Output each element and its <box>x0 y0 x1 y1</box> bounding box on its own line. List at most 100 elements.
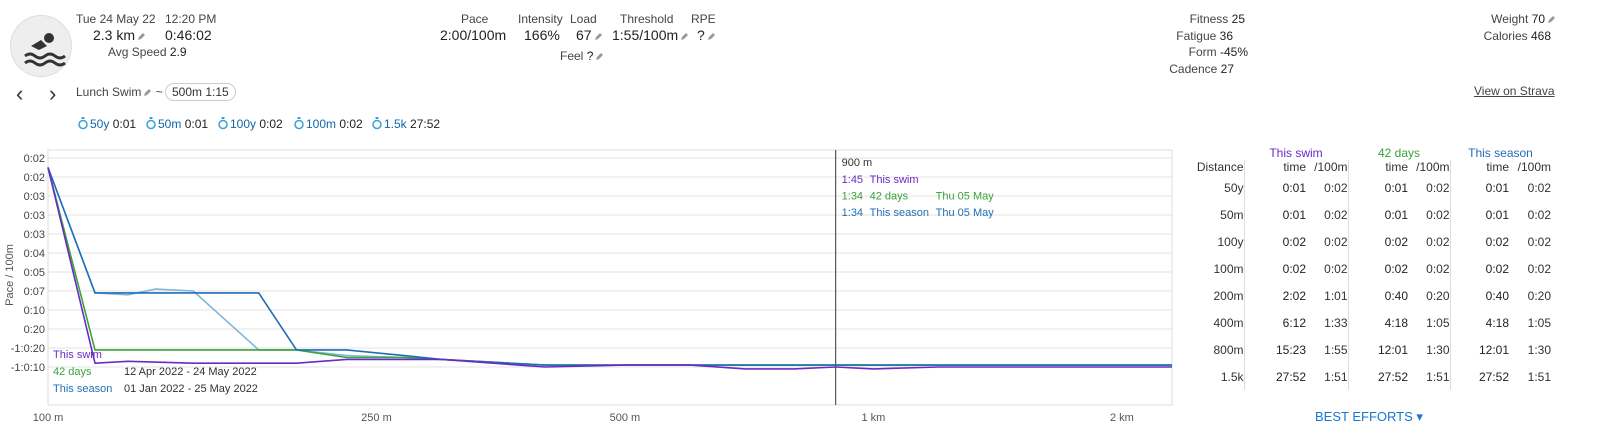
col-time: time <box>1243 160 1306 174</box>
time-cell: 0:01 <box>1347 201 1408 228</box>
time-cell: 0:01 <box>1243 201 1306 228</box>
activity-type-avatar <box>10 15 72 77</box>
weight-stat[interactable]: Weight 70 <box>1470 12 1556 26</box>
col-distance: Distance <box>1196 160 1244 174</box>
next-activity-button[interactable]: › <box>49 83 56 105</box>
time-cell: 4:18 <box>1347 309 1408 336</box>
pace-curve-chart[interactable]: 0:02 0:02 0:03 0:03 0:03 0:04 0:05 0:07 0:10 0:20… <box>0 145 1180 435</box>
distance-cell: 100m <box>1213 261 1244 276</box>
time-cell: 12:01 <box>1347 336 1408 363</box>
time-cell: 0:01 <box>1243 174 1306 201</box>
table-row: 400m 6:12 1:33 4:18 1:05 4:18 1:05 <box>1190 309 1551 336</box>
table-row: 100y 0:02 0:02 0:02 0:02 0:02 0:02 <box>1190 228 1551 255</box>
pace-cell: 0:02 <box>1527 261 1551 276</box>
tooltip-time: 1:34 <box>842 191 863 203</box>
pace-cell: 1:05 <box>1426 315 1450 330</box>
best-effort-chip[interactable]: 1.5k 27:52 <box>372 117 440 131</box>
edit-pencil-icon[interactable] <box>594 32 603 41</box>
best-efforts-dropdown[interactable]: BEST EFFORTS ▾ <box>1315 409 1423 425</box>
rpe-label: RPE <box>691 12 716 26</box>
pace-value: 2:00/100m <box>440 27 507 43</box>
pace-cell: 0:20 <box>1426 288 1450 303</box>
distance-value[interactable]: 2.3 km <box>93 27 146 43</box>
prev-activity-button[interactable]: ‹ <box>16 83 23 105</box>
pace-cell: 0:20 <box>1527 288 1551 303</box>
stopwatch-icon <box>372 117 382 130</box>
distance-cell: 50m <box>1220 207 1244 222</box>
best-effort-chip[interactable]: 100m 0:02 <box>294 117 363 131</box>
series-line <box>47 167 1172 366</box>
distance-cell: 100y <box>1217 234 1244 249</box>
pace-cell: 1:05 <box>1527 315 1551 330</box>
group-header-42-days: 42 days <box>1377 146 1421 160</box>
edit-pencil-icon[interactable] <box>595 52 604 61</box>
x-tick-label: 1 km <box>862 412 886 424</box>
activity-name[interactable]: Lunch Swim ~ <box>76 85 163 99</box>
load-value[interactable]: 67 <box>576 27 603 43</box>
time-cell: 0:40 <box>1449 282 1509 309</box>
distance-cell: 50y <box>1224 180 1244 195</box>
edit-pencil-icon[interactable] <box>680 32 689 41</box>
feel-field[interactable]: Feel ? <box>560 49 604 63</box>
best-efforts-table: This swim 42 days This season Distance t… <box>1190 146 1551 390</box>
edit-pencil-icon[interactable] <box>137 32 146 41</box>
activity-date: Tue 24 May 22 <box>76 12 156 26</box>
time-cell: 0:02 <box>1449 255 1509 282</box>
best-effort-chip[interactable]: 50y 0:01 <box>78 117 136 131</box>
legend-name: 42 days <box>53 366 92 378</box>
table-row: 800m 15:23 1:55 12:01 1:30 12:01 1:30 <box>1190 336 1551 363</box>
time-cell: 0:01 <box>1347 174 1408 201</box>
edit-pencil-icon[interactable] <box>707 32 716 41</box>
y-tick-label: -1:0:20 <box>11 343 45 355</box>
pace-cell: 1:33 <box>1324 315 1348 330</box>
tooltip-name: 42 days <box>870 191 909 203</box>
time-cell: 2:02 <box>1243 282 1306 309</box>
form-stat: Form -45% <box>1188 45 1248 59</box>
time-cell: 0:02 <box>1347 228 1408 255</box>
x-tick-label: 2 km <box>1110 412 1134 424</box>
swim-icon <box>24 33 66 67</box>
time-cell: 0:40 <box>1347 282 1408 309</box>
pace-cell: 0:02 <box>1527 207 1551 222</box>
interval-chip[interactable]: 500m 1:15 <box>165 83 236 101</box>
time-cell: 0:02 <box>1243 228 1306 255</box>
pace-cell: 1:51 <box>1324 369 1348 384</box>
stopwatch-icon <box>146 117 156 130</box>
time-cell: 0:02 <box>1243 255 1306 282</box>
rpe-value[interactable]: ? <box>697 27 716 43</box>
y-tick-label: -1:0:10 <box>11 362 45 374</box>
activity-time: 12:20 PM <box>165 12 217 26</box>
group-header-this-swim: This swim <box>1269 146 1323 160</box>
best-effort-chip[interactable]: 50m 0:01 <box>146 117 208 131</box>
y-tick-label: 0:03 <box>24 191 45 203</box>
threshold-label: Threshold <box>620 12 674 26</box>
tooltip-date: Thu 05 May <box>936 207 995 219</box>
time-cell: 12:01 <box>1449 336 1509 363</box>
series-line <box>47 167 1172 370</box>
time-cell: 0:01 <box>1449 201 1509 228</box>
tooltip-name: This swim <box>870 174 919 186</box>
table-row: 1.5k 27:52 1:51 27:52 1:51 27:52 1:51 <box>1190 363 1551 390</box>
view-on-strava-link[interactable]: View on Strava <box>1474 84 1555 98</box>
table-row: 50m 0:01 0:02 0:01 0:02 0:01 0:02 <box>1190 201 1551 228</box>
time-cell: 0:02 <box>1347 255 1408 282</box>
table-row: 100m 0:02 0:02 0:02 0:02 0:02 0:02 <box>1190 255 1551 282</box>
pace-cell: 0:02 <box>1324 234 1348 249</box>
y-axis-label: Pace / 100m <box>4 244 16 306</box>
y-tick-label: 0:20 <box>24 324 45 336</box>
edit-pencil-icon[interactable] <box>143 88 152 97</box>
legend-range: 12 Apr 2022 - 24 May 2022 <box>124 366 257 378</box>
col-per100: /100m <box>1314 160 1348 174</box>
pace-label: Pace <box>461 12 489 26</box>
y-tick-label: 0:02 <box>24 172 45 184</box>
distance-cell: 1.5k <box>1220 369 1244 384</box>
pace-cell: 1:51 <box>1426 369 1450 384</box>
pace-cell: 0:02 <box>1426 261 1450 276</box>
edit-pencil-icon[interactable] <box>1547 15 1556 24</box>
best-effort-chip[interactable]: 100y 0:02 <box>218 117 283 131</box>
pace-cell: 0:02 <box>1324 261 1348 276</box>
intensity-value: 166% <box>524 27 560 43</box>
threshold-value[interactable]: 1:55/100m <box>612 27 689 43</box>
fitness-stat: Fitness 25 <box>1189 12 1245 26</box>
y-tick-label: 0:07 <box>24 286 45 298</box>
